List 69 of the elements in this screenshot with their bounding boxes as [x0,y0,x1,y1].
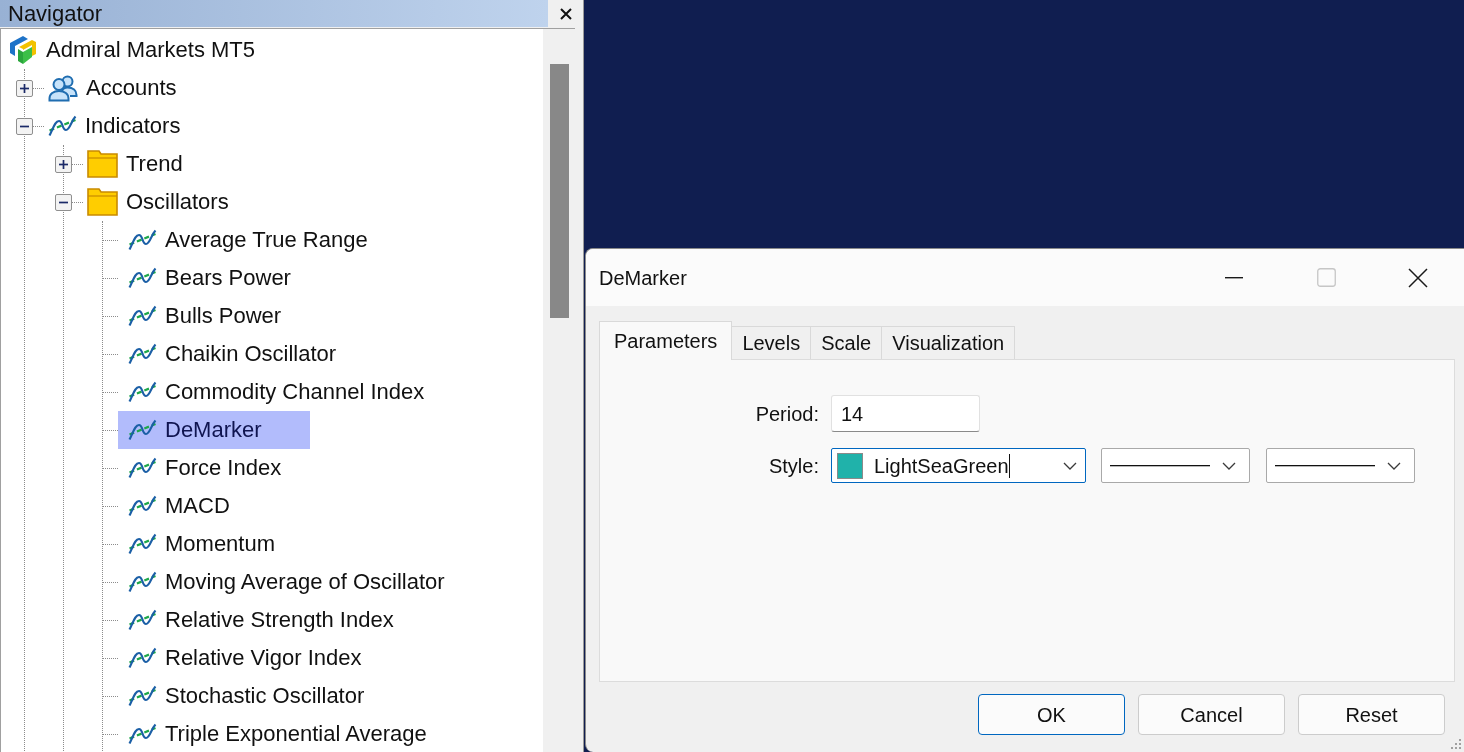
plus-box-icon[interactable] [16,79,33,97]
tree-item[interactable]: Accounts [44,69,185,107]
folder-icon [87,150,118,178]
dialog-button[interactable]: Cancel [1138,694,1285,735]
tab[interactable]: Scale [811,326,883,359]
minus-box-icon[interactable] [55,193,72,211]
chevron-down-icon [1387,461,1401,470]
tree-item[interactable]: Momentum [118,525,284,563]
tree-item[interactable]: Bulls Power [118,297,290,335]
tree-item[interactable]: Triple Exponential Average [118,715,435,752]
resize-grip-icon [1450,738,1462,750]
close-icon [1408,267,1428,288]
input-field[interactable]: 14 [831,395,980,432]
line-sample-icon [1275,464,1375,467]
tree-item[interactable]: DeMarker [118,411,310,449]
wave-lines-icon [128,343,157,365]
tab[interactable]: Visualization [882,326,1016,359]
tree-item[interactable]: Relative Strength Index [118,601,402,639]
tree-item[interactable]: Chaikin Oscillator [118,335,345,373]
wave-lines-icon [128,723,157,745]
line-width-dropdown[interactable] [1266,448,1415,483]
wave-lines-icon [128,495,157,517]
tree-item[interactable]: Stochastic Oscillator [118,677,373,715]
wave-lines-icon [48,115,77,137]
field-label: Period: [754,401,819,426]
scrollbar-thumb[interactable] [550,64,569,318]
wave-lines-icon [128,305,157,327]
tree-item[interactable]: Force Index [118,449,290,487]
minus-box-icon[interactable] [16,117,33,135]
wave-lines-icon [128,457,157,479]
tab[interactable]: Parameters [599,321,733,360]
chevron-down-icon [1222,461,1236,470]
wave-lines-icon [128,419,157,441]
dialog-button[interactable]: OK [978,694,1125,735]
cube-logo-icon [8,35,38,65]
tree-item[interactable]: Oscillators [83,183,237,221]
dialog-button[interactable]: Reset [1298,694,1445,735]
wave-lines-icon [128,685,157,707]
wave-lines-icon [128,229,157,251]
line-style-dropdown[interactable] [1101,448,1250,483]
tree-item[interactable]: Average True Range [118,221,376,259]
field-label: Style: [767,453,819,478]
tree-item[interactable]: Commodity Channel Index [118,373,433,411]
panel-title: Navigator [0,0,548,27]
close-icon [559,7,572,20]
color-dropdown[interactable]: LightSeaGreen [831,448,1086,483]
tree-item[interactable]: Moving Average of Oscillator [118,563,453,601]
tree-item[interactable]: Relative Vigor Index [118,639,370,677]
minimize-icon [1225,276,1243,279]
wave-lines-icon [128,647,157,669]
people-icon [48,74,78,102]
line-sample-icon [1110,464,1210,467]
tree-item[interactable]: MACD [118,487,238,525]
plus-box-icon[interactable] [55,155,72,173]
wave-lines-icon [128,571,157,593]
tab[interactable]: Levels [732,326,812,359]
tree-item[interactable]: Admiral Markets MT5 [1,31,264,69]
tree-item[interactable]: Bears Power [118,259,299,297]
wave-lines-icon [128,609,157,631]
text-cursor-icon [1008,453,1010,478]
folder-icon [87,188,118,216]
wave-lines-icon [128,381,157,403]
tree-item[interactable]: Trend [83,145,191,183]
window-title: DeMarker [598,265,687,290]
wave-lines-icon [128,267,157,289]
chevron-down-icon [1063,461,1077,470]
wave-lines-icon [128,533,157,555]
maximize-icon [1316,268,1336,287]
tree-item[interactable]: Indicators [44,107,189,145]
